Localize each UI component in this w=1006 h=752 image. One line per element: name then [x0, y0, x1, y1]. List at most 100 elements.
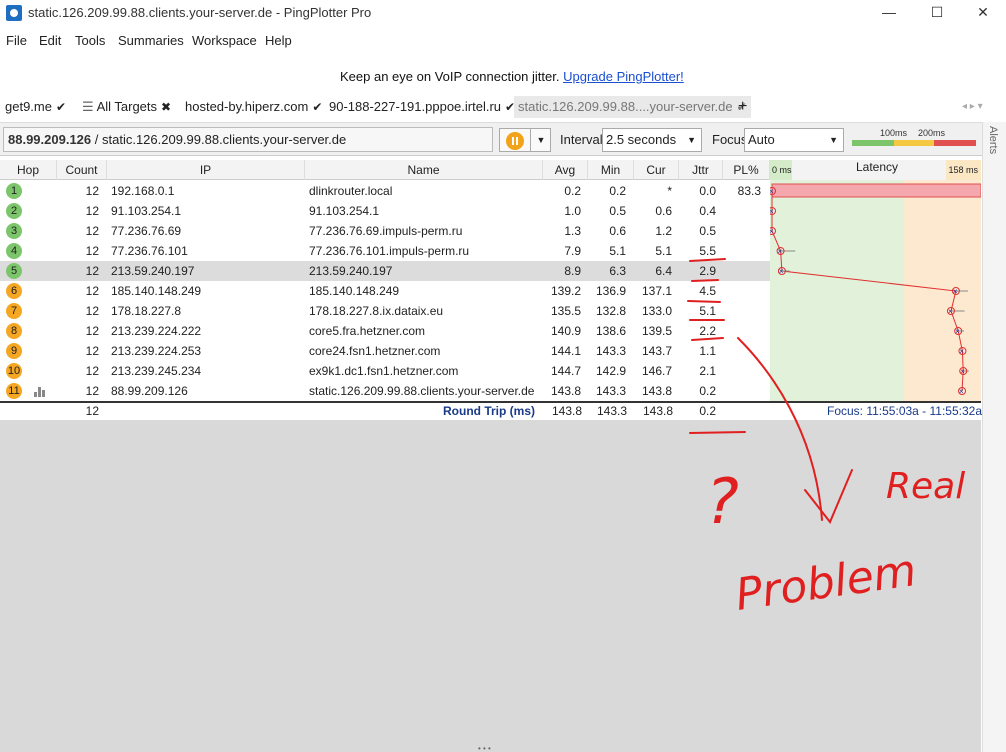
chevron-down-icon[interactable]: ▼	[530, 129, 551, 151]
upgrade-link[interactable]: Upgrade PingPlotter!	[563, 69, 684, 84]
cell-min: 0.5	[609, 204, 626, 218]
cell-pl	[723, 281, 761, 301]
maximize-button[interactable]: ☐	[914, 0, 960, 26]
cell-pl	[723, 221, 761, 241]
cell-cur: 0.6	[655, 204, 672, 218]
target-address-field[interactable]: 88.99.209.126 / static.126.209.99.88.cli…	[3, 127, 493, 152]
splitter-handle[interactable]: • • •	[478, 745, 504, 752]
interval-label: Interval	[560, 132, 603, 147]
hop-status-icon: 1	[6, 183, 22, 199]
latency-min-mark: ×	[778, 247, 783, 256]
rtt-label: Round Trip (ms)	[443, 404, 535, 418]
alerts-panel[interactable]: Alerts	[982, 122, 1006, 752]
cell-jttr: 1.1	[699, 344, 716, 358]
table-row[interactable]: 10 12 213.239.245.234 ex9k1.dc1.fsn1.hetzne…	[0, 361, 770, 381]
focus-range: Focus: 11:55:03a - 11:55:32a	[827, 404, 982, 418]
col-min[interactable]: Min	[588, 160, 634, 180]
table-row[interactable]: 3 12 77.236.76.69 77.236.76.69.impuls-perm.…	[0, 221, 770, 241]
latency-min-mark: ×	[770, 207, 774, 216]
tab-irtel[interactable]: 90-188-227-191.pppoe.irtel.ru ✔	[329, 96, 515, 118]
cell-avg: 135.5	[550, 304, 581, 318]
menu-summaries[interactable]: Summaries	[118, 33, 184, 48]
title-bar: static.126.209.99.88.clients.your-server…	[0, 0, 1006, 26]
cell-count: 12	[85, 284, 99, 298]
latency-graph[interactable]: × × × × × × × × × × ×	[770, 160, 981, 401]
tab-hiperz[interactable]: hosted-by.hiperz.com ✔	[185, 96, 322, 118]
pause-button[interactable]: ▼	[499, 128, 551, 152]
col-hop[interactable]: Hop	[0, 160, 57, 180]
timeline-area	[0, 420, 981, 752]
table-row[interactable]: 7 12 178.18.227.8 178.18.227.8.ix.dataix.eu…	[0, 301, 770, 321]
close-button[interactable]: ✕	[960, 0, 1006, 26]
table-row[interactable]: 1 12 192.168.0.1 dlinkrouter.local 0.2 0.2 * 0.…	[0, 181, 770, 201]
menu-tools[interactable]: Tools	[75, 33, 105, 48]
cell-min: 6.3	[609, 264, 626, 278]
latency-min-mark: ×	[770, 227, 774, 236]
pingplotter-logo-icon	[6, 5, 22, 21]
cell-min: 143.3	[595, 384, 626, 398]
cell-min: 0.2	[609, 184, 626, 198]
tab-get9[interactable]: get9.me ✔	[5, 96, 66, 118]
hop-status-icon: 3	[6, 223, 22, 239]
cell-pl	[723, 321, 761, 341]
col-ip[interactable]: IP	[107, 160, 305, 180]
table-row[interactable]: 4 12 77.236.76.101 77.236.76.101.impuls-per…	[0, 241, 770, 261]
latency-min-mark: ×	[953, 287, 958, 296]
menu-help[interactable]: Help	[265, 33, 292, 48]
check-icon: ✔	[312, 100, 323, 114]
cell-ip: 77.236.76.69	[111, 224, 182, 238]
legend-200ms: 200ms	[918, 128, 946, 138]
hop-status-icon: 9	[6, 343, 22, 359]
table-row[interactable]: 11 12 88.99.209.126 static.126.209.99.88.cl…	[0, 381, 770, 401]
hop-status-icon: 7	[6, 303, 22, 319]
menu-bar: File Edit Tools Summaries Workspace Help	[0, 28, 1006, 52]
col-count[interactable]: Count	[57, 160, 107, 180]
cell-cur: 5.1	[655, 244, 672, 258]
menu-file[interactable]: File	[6, 33, 27, 48]
cell-name: 213.59.240.197	[309, 264, 393, 278]
window-title: static.126.209.99.88.clients.your-server…	[28, 5, 372, 20]
table-row[interactable]: 2 12 91.103.254.1 91.103.254.1 1.0 0.5 0.6 0.4	[0, 201, 770, 221]
add-tab-button[interactable]: +	[738, 96, 747, 118]
cell-avg: 144.1	[550, 344, 581, 358]
col-cur[interactable]: Cur	[634, 160, 679, 180]
graph-bars-icon[interactable]	[34, 386, 48, 397]
tab-scroll-arrows-icon[interactable]: ◂ ▸ ▾	[962, 96, 983, 118]
cell-ip: 213.59.240.197	[111, 264, 195, 278]
focus-select[interactable]: Auto ▼	[744, 128, 844, 152]
table-row[interactable]: 5 12 213.59.240.197 213.59.240.197 8.9 6.3 6.4…	[0, 261, 770, 281]
cell-min: 142.9	[595, 364, 626, 378]
round-trip-row: 12 Round Trip (ms) 143.8 143.3 143.8 0.2…	[0, 401, 982, 420]
table-row[interactable]: 8 12 213.239.224.222 core5.fra.hetzner.com 1…	[0, 321, 770, 341]
latency-min-mark: ×	[959, 387, 964, 396]
cell-ip: 178.18.227.8	[111, 304, 182, 318]
cell-pl	[723, 301, 761, 321]
cell-cur: 1.2	[655, 224, 672, 238]
cell-pl	[723, 361, 761, 381]
col-avg[interactable]: Avg	[543, 160, 588, 180]
interval-select[interactable]: 2.5 seconds ▼	[602, 128, 702, 152]
cell-count: 12	[85, 184, 99, 198]
hop-status-icon: 2	[6, 203, 22, 219]
pause-icon	[506, 132, 524, 150]
cell-avg: 143.8	[550, 384, 581, 398]
cell-avg: 1.3	[564, 224, 581, 238]
minimize-button[interactable]: —	[866, 0, 912, 26]
col-name[interactable]: Name	[305, 160, 543, 180]
cell-avg: 140.9	[550, 324, 581, 338]
cell-cur: 137.1	[641, 284, 672, 298]
menu-workspace[interactable]: Workspace	[192, 33, 257, 48]
rtt-jttr: 0.2	[699, 404, 716, 418]
menu-edit[interactable]: Edit	[39, 33, 61, 48]
cell-jttr: 5.5	[699, 244, 716, 258]
cell-count: 12	[85, 264, 99, 278]
tab-your-server[interactable]: static.126.209.99.88....your-server.de ✔	[514, 96, 751, 118]
cell-jttr: 0.0	[699, 184, 716, 198]
col-jttr[interactable]: Jttr	[679, 160, 723, 180]
cell-avg: 1.0	[564, 204, 581, 218]
table-row[interactable]: 9 12 213.239.224.253 core24.fsn1.hetzner.co…	[0, 341, 770, 361]
col-pl[interactable]: PL%	[723, 160, 770, 180]
tab-all-targets[interactable]: ☰ All Targets ✖	[82, 96, 171, 118]
table-row[interactable]: 6 12 185.140.148.249 185.140.148.249 139.2 13…	[0, 281, 770, 301]
cell-name: 77.236.76.69.impuls-perm.ru	[309, 224, 463, 238]
